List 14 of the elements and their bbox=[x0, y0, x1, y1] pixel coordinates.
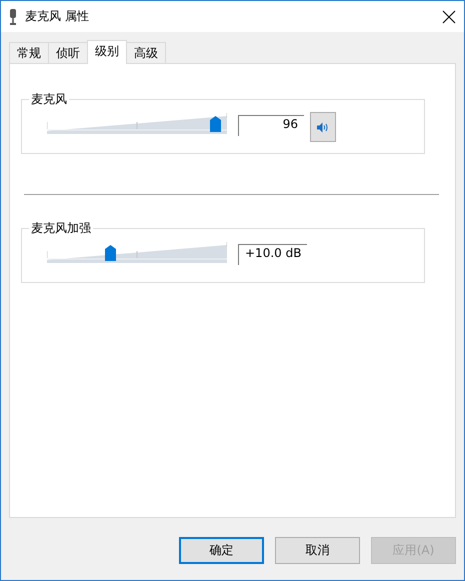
dialog-button[interactable]: 取消 bbox=[275, 537, 360, 564]
close-icon[interactable] bbox=[442, 10, 456, 24]
tab[interactable]: 级别 bbox=[87, 40, 127, 64]
speaker-icon bbox=[317, 122, 329, 132]
slider-thumb[interactable] bbox=[105, 245, 116, 261]
value-field[interactable]: +10.0 dB bbox=[238, 244, 308, 265]
window-title: 麦克风 属性 bbox=[25, 8, 90, 25]
value-field[interactable]: 96 bbox=[238, 115, 304, 136]
tab[interactable]: 高级 bbox=[126, 42, 166, 63]
tab[interactable]: 常规 bbox=[9, 42, 49, 63]
dialog-button[interactable]: 确定 bbox=[179, 537, 264, 564]
slider-thumb[interactable] bbox=[210, 116, 221, 132]
microphone-icon bbox=[9, 8, 17, 24]
speaker-button[interactable] bbox=[310, 112, 336, 142]
